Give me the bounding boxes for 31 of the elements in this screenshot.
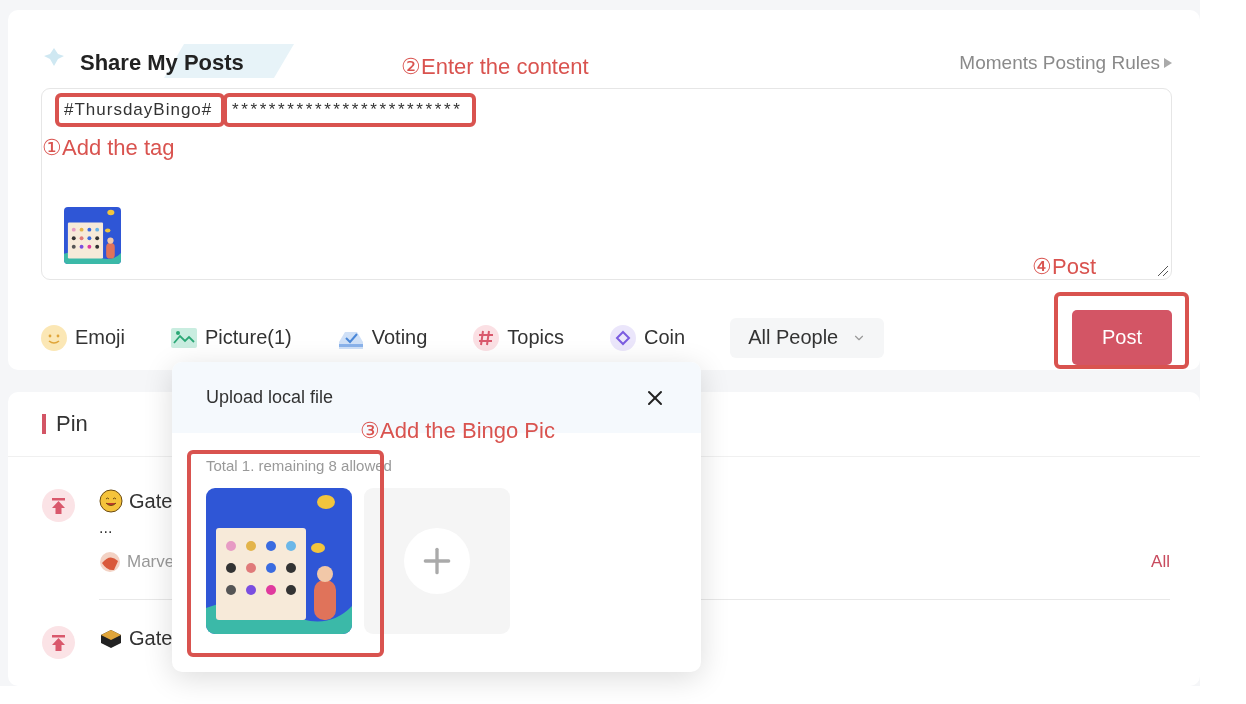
add-image-button[interactable] [364,488,510,634]
author-name: Marve [127,552,175,572]
toolbar-button[interactable]: Picture(1) [170,323,292,352]
popup-title: Upload local file [206,387,334,408]
toolbar-button[interactable]: Coin [609,323,686,352]
audience-dropdown[interactable]: All People [730,317,885,358]
toolbar-button[interactable]: Emoji [40,323,125,352]
annotation-label: ②Enter the content [401,54,589,79]
pin-top-icon [42,626,75,659]
post-text: ************************* [232,100,463,120]
annotation-label: ④Post [1032,254,1097,279]
section-title: Pin [56,411,88,437]
avatar-icon [99,551,121,573]
annotation-label: ①Add the tag [42,135,175,160]
post-input-field[interactable]: #ThursdayBingo# ************************* ①Add the tag ④Post [41,88,1172,280]
pin-top-icon [42,489,75,522]
post-title[interactable]: Gate [129,489,173,513]
toolbar-button[interactable]: Voting [336,323,428,352]
smiley-icon [99,489,123,513]
resize-handle-icon[interactable] [1157,265,1169,277]
topic-tag: #ThursdayBingo# [64,100,220,120]
post-title[interactable]: Gate [129,626,173,650]
caret-right-icon [1164,58,1172,68]
annotation-label: ③Add the Bingo Pic [360,418,555,443]
hashtag-icon [472,323,501,352]
all-link[interactable]: All [1151,552,1170,572]
post-excerpt: ... [99,519,114,537]
section-title: Share My Posts [80,50,244,76]
toolbar-button[interactable]: Topics [472,323,565,352]
smiley-icon [40,323,68,352]
post-button[interactable]: Post [1072,310,1172,365]
